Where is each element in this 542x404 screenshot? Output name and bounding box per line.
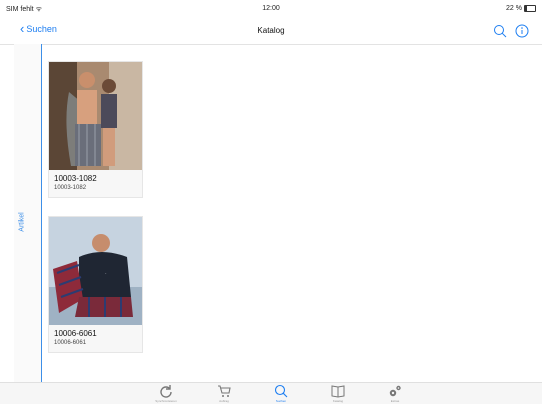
tab-label: Extras: [390, 399, 400, 403]
navigation-bar: ‹ Suchen Katalog: [0, 18, 542, 45]
tab-synchronisieren[interactable]: Synchronisieren: [146, 384, 186, 403]
product-image: [49, 62, 142, 170]
product-code: 10006-6061: [54, 340, 87, 346]
tab-bar: Synchronisieren Auftrag Suchen Katalog E…: [0, 382, 542, 404]
product-code: 10003-1082: [54, 185, 87, 191]
tab-suchen[interactable]: Suchen: [261, 384, 301, 403]
info-search-icon[interactable]: [515, 24, 530, 39]
tab-label: Auftrag: [219, 399, 229, 403]
tab-label: Suchen: [275, 399, 287, 403]
battery-percent: 22 %: [506, 5, 522, 12]
search-icon[interactable]: [493, 24, 507, 38]
status-bar: SIM fehlt ᯤ 12:00 22 %: [0, 0, 542, 18]
product-image: ·: [49, 217, 142, 325]
catalog-icon: [331, 385, 345, 398]
tab-label: Katalog: [332, 399, 344, 403]
sync-icon: [160, 385, 172, 398]
tab-label: Synchronisieren: [155, 399, 177, 403]
tab-katalog[interactable]: Katalog: [318, 384, 358, 403]
side-tab-label: Artikel: [18, 212, 26, 232]
page-title: Katalog: [257, 26, 285, 35]
catalog-grid: 10003-1082 10003-1082 · 10006-6061 10006…: [42, 44, 542, 382]
status-time: 12:00: [262, 5, 280, 12]
cart-icon: [218, 385, 231, 397]
product-name: 10003-1082: [54, 174, 97, 183]
product-name: 10006-6061: [54, 329, 97, 338]
product-card[interactable]: · 10006-6061 10006-6061: [48, 216, 143, 353]
tab-auftrag[interactable]: Auftrag: [204, 384, 244, 403]
product-card[interactable]: 10003-1082 10003-1082: [48, 61, 143, 198]
battery-indicator: 22 %: [506, 5, 536, 12]
settings-icon: [389, 385, 401, 397]
search-icon: [274, 384, 288, 398]
tab-extras[interactable]: Extras: [375, 384, 415, 403]
battery-icon: [524, 5, 536, 12]
